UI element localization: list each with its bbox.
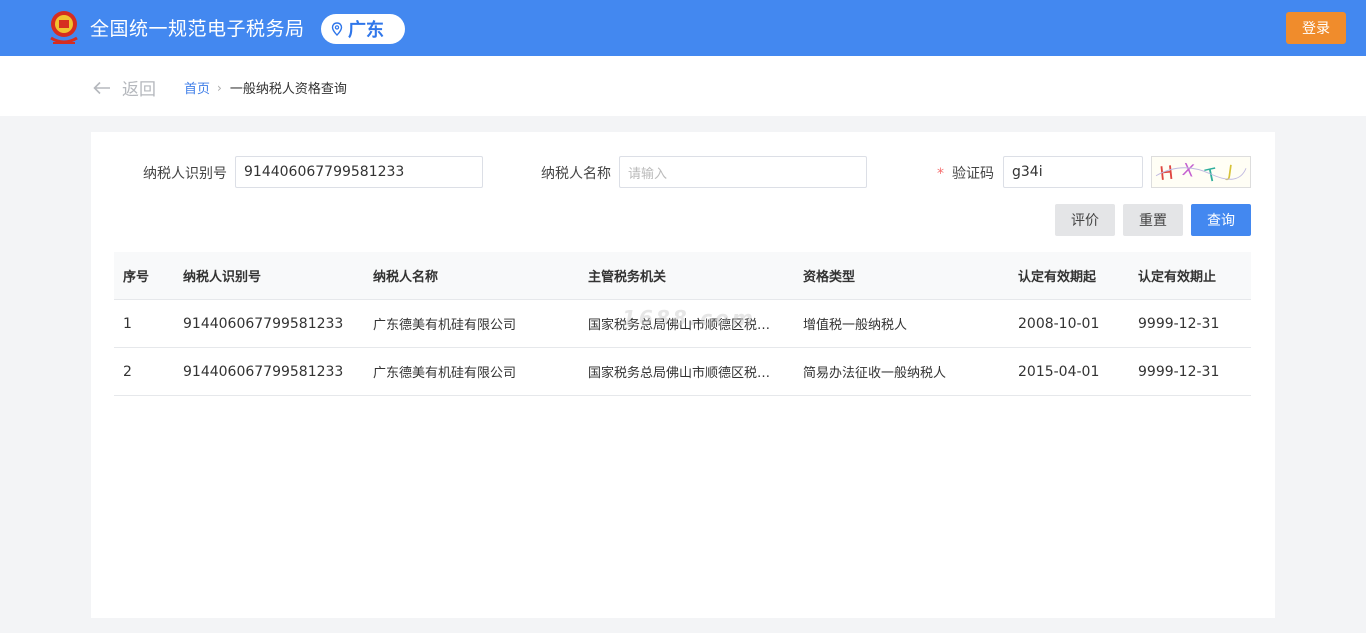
table-cell: 简易办法征收一般纳税人: [803, 366, 947, 381]
taxpayer-name-input[interactable]: 请输入: [619, 156, 867, 188]
column-header: 主管税务机关: [588, 270, 667, 285]
back-label: 返回: [122, 80, 156, 100]
table-cell: 1: [123, 315, 132, 332]
table-row: 2 914406067799581233 广东德美有机硅有限公司 国家税务总局佛…: [114, 348, 1251, 396]
table-cell: 914406067799581233: [183, 363, 344, 380]
breadcrumb-current: 一般纳税人资格查询: [229, 82, 347, 97]
region-label: 广东: [348, 20, 384, 41]
required-mark: *: [937, 166, 944, 182]
tax-emblem-icon: [50, 11, 78, 44]
svg-text:H: H: [1159, 163, 1175, 185]
taxpayer-id-input[interactable]: 914406067799581233: [235, 156, 483, 188]
evaluate-button[interactable]: 评价: [1055, 204, 1115, 236]
captcha-image[interactable]: H X T J: [1151, 156, 1251, 188]
app-title: 全国统一规范电子税务局: [90, 18, 305, 40]
breadcrumb-home[interactable]: 首页: [184, 78, 210, 97]
captcha-label: 验证码: [952, 166, 994, 182]
svg-text:J: J: [1225, 161, 1234, 182]
location-pin-icon: [331, 22, 343, 36]
svg-text:T: T: [1203, 164, 1219, 187]
column-header: 资格类型: [803, 270, 856, 285]
arrow-left-icon: [93, 81, 110, 94]
column-header: 纳税人名称: [373, 270, 439, 285]
table-header: 序号 纳税人识别号 纳税人名称 主管税务机关 资格类型 认定有效期起 认定有效期…: [114, 252, 1251, 300]
table-cell: 2008-10-01: [1018, 315, 1100, 332]
column-header: 认定有效期止: [1138, 270, 1217, 285]
taxpayer-id-value: 914406067799581233: [244, 164, 405, 180]
back-button[interactable]: 返回: [93, 75, 156, 100]
table-cell: 914406067799581233: [183, 315, 344, 332]
column-header: 序号: [123, 270, 150, 285]
table-cell: 2015-04-01: [1018, 363, 1100, 380]
taxpayer-name-label: 纳税人名称: [541, 166, 611, 182]
table-cell: 9999-12-31: [1138, 363, 1220, 380]
table-cell: 9999-12-31: [1138, 315, 1220, 332]
captcha-input[interactable]: g34i: [1003, 156, 1143, 188]
svg-text:X: X: [1181, 159, 1196, 181]
breadcrumb: 首页 › 一般纳税人资格查询: [184, 78, 347, 98]
captcha-label-group: * 验证码: [937, 163, 994, 183]
query-button[interactable]: 查询: [1191, 204, 1251, 236]
login-button[interactable]: 登录: [1286, 12, 1346, 44]
taxpayer-name-placeholder: 请输入: [628, 166, 668, 182]
chevron-right-icon: ›: [217, 80, 222, 95]
taxpayer-id-label: 纳税人识别号: [143, 166, 227, 182]
captcha-value: g34i: [1012, 164, 1043, 180]
table-cell: 2: [123, 363, 132, 380]
column-header: 认定有效期起: [1018, 270, 1097, 285]
sub-nav-bar: 返回 首页 › 一般纳税人资格查询: [0, 56, 1366, 116]
table-cell: 国家税务总局佛山市顺德区税…: [588, 366, 771, 381]
table-cell: 广东德美有机硅有限公司: [373, 318, 517, 333]
region-selector[interactable]: 广东: [321, 14, 405, 44]
watermark: 1688.com: [622, 306, 756, 330]
top-bar: 全国统一规范电子税务局 广东 登录: [0, 0, 1366, 56]
query-panel: 纳税人识别号 914406067799581233 纳税人名称 请输入 * 验证码…: [91, 132, 1275, 618]
table-cell: 增值税一般纳税人: [803, 318, 908, 333]
reset-button[interactable]: 重置: [1123, 204, 1183, 236]
column-header: 纳税人识别号: [183, 270, 262, 285]
table-cell: 广东德美有机硅有限公司: [373, 366, 517, 381]
